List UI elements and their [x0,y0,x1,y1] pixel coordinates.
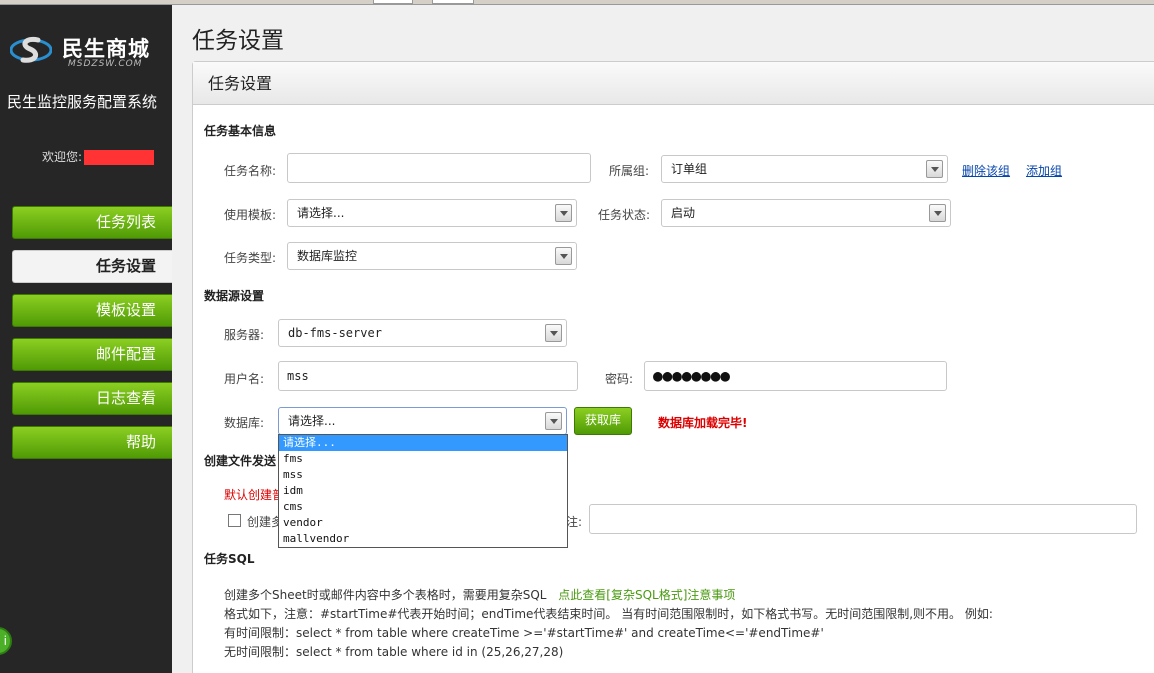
password-input[interactable]: ●●●●●●●● [644,361,947,391]
task-type-label: 任务类型: [224,251,277,265]
template-select[interactable]: 请选择... [287,199,577,227]
delete-group-link[interactable]: 删除该组 [962,162,1010,179]
task-type-select-value: 数据库监控 [297,249,358,263]
main-content: 任务设置 任务设置 任务基本信息 任务名称: 所属组: 订单组 删除该组 添加组… [172,5,1154,673]
complex-sql-notes-link[interactable]: 点此查看[复杂SQL格式]注意事项 [558,588,735,602]
group-label: 所属组: [609,164,650,178]
browser-toolbar-field[interactable] [432,0,474,4]
sql-help-line-1: 创建多个Sheet时或邮件内容中多个表格时，需要用复杂SQL 点此查看[复杂SQ… [224,586,735,603]
section-title-basic: 任务基本信息 [204,124,277,138]
database-option[interactable]: idm [279,483,567,499]
default-create-note: 默认创建普 [224,488,285,502]
chevron-down-icon [555,247,572,265]
database-select-value: 请选择... [288,414,336,428]
create-multiple-checkbox[interactable] [228,514,241,527]
server-select[interactable]: db-fms-server [278,319,567,347]
group-select-value: 订单组 [671,162,708,176]
database-select[interactable]: 请选择... [278,407,567,435]
sql-help-text: 创建多个Sheet时或邮件内容中多个表格时，需要用复杂SQL [224,588,547,602]
status-select[interactable]: 启动 [661,199,951,227]
section-title-datasource: 数据源设置 [204,289,265,303]
sidebar-item-template-settings[interactable]: 模板设置 [12,294,172,327]
database-dropdown-list[interactable]: 请选择... fms mss idm cms vendor mallvendor [278,434,568,548]
template-label: 使用模板: [224,208,277,222]
status-label: 任务状态: [598,208,651,222]
task-type-select[interactable]: 数据库监控 [287,242,577,270]
database-option[interactable]: mss [279,467,567,483]
task-name-label: 任务名称: [224,164,277,178]
welcome-line: 欢迎您: [42,148,155,165]
server-select-value: db-fms-server [288,326,382,340]
sidebar-item-task-settings[interactable]: 任务设置 [12,250,172,283]
group-select[interactable]: 订单组 [661,155,948,183]
section-title-sql: 任务SQL [204,552,255,566]
note-field-label: 注: [566,515,583,529]
sidebar: 民生商城 MSDZSW.COM 民生监控服务配置系统 欢迎您: 任务列表 任务设… [0,5,172,673]
panel-title: 任务设置 [193,62,1154,105]
settings-panel: 任务设置 任务基本信息 任务名称: 所属组: 订单组 删除该组 添加组 使用模板… [192,61,1154,673]
section-title-file: 创建文件发送 [204,454,277,468]
database-option[interactable]: cms [279,499,567,515]
status-select-value: 启动 [671,206,696,220]
logo: 民生商城 MSDZSW.COM [8,31,168,75]
database-label: 数据库: [224,416,265,430]
database-option[interactable]: 请选择... [279,435,567,451]
database-load-status: 数据库加载完毕! [658,416,748,430]
chevron-down-icon [926,160,943,178]
chevron-down-icon [545,324,562,342]
sidebar-item-help[interactable]: 帮助 [12,426,172,459]
password-label: 密码: [605,372,634,386]
task-name-input[interactable] [287,153,591,183]
sidebar-item-log-view[interactable]: 日志查看 [12,382,172,415]
database-option[interactable]: fms [279,451,567,467]
browser-toolbar-field[interactable] [373,0,413,4]
sidebar-item-task-list[interactable]: 任务列表 [12,206,172,239]
sidebar-item-mail-config[interactable]: 邮件配置 [12,338,172,371]
fetch-database-button[interactable]: 获取库 [574,407,632,435]
system-title: 民生监控服务配置系统 [7,93,158,111]
welcome-label: 欢迎您: [42,150,83,164]
sql-help-line-2: 格式如下，注意：#startTime#代表开始时间；endTime代表结束时间。… [224,607,993,621]
brand-logo-icon [10,36,52,63]
page-title: 任务设置 [192,28,284,54]
template-select-value: 请选择... [297,206,345,220]
username-input[interactable]: mss [278,361,578,391]
sql-help-line-4: 无时间限制：select * from table where id in (2… [224,645,564,659]
chevron-down-icon [555,204,572,222]
redacted-username [84,150,155,165]
database-option[interactable]: mallvendor [279,531,567,547]
brand-domain: MSDZSW.COM [68,59,143,69]
server-label: 服务器: [224,328,265,342]
database-option[interactable]: vendor [279,515,567,531]
note-field-input[interactable] [589,504,1137,534]
chevron-down-icon [545,412,562,430]
username-label: 用户名: [224,372,265,386]
sidebar-nav: 任务列表 任务设置 模板设置 邮件配置 日志查看 帮助 [12,206,172,470]
add-group-link[interactable]: 添加组 [1026,162,1062,179]
chevron-down-icon [929,204,946,222]
sql-help-line-3: 有时间限制：select * from table where createTi… [224,626,824,640]
